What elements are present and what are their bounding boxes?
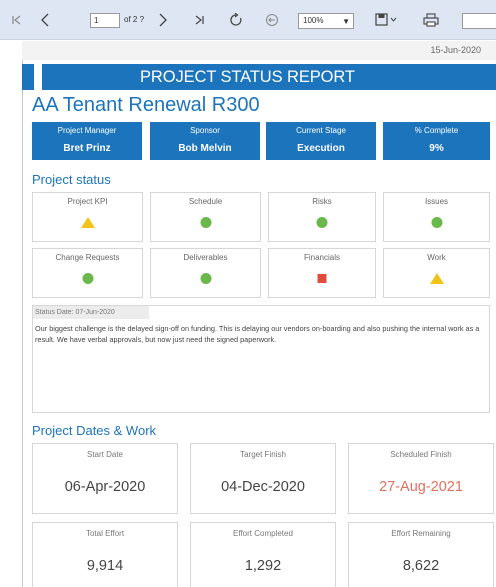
- percent-complete-box: % Complete 9%: [383, 122, 490, 160]
- green-circle-icon: [431, 217, 442, 228]
- metric-value: 04-Dec-2020: [221, 479, 305, 495]
- metric-label: Effort Completed: [233, 529, 293, 538]
- effort-completed-card: Effort Completed 1,292: [190, 522, 336, 587]
- chevron-down-icon: ▼: [342, 17, 350, 26]
- status-label: Issues: [424, 197, 449, 206]
- info-value: 9%: [429, 143, 444, 154]
- status-note: Status Date: 07-Jun-2020 Our biggest cha…: [32, 305, 490, 413]
- metric-label: Target Finish: [240, 450, 286, 459]
- status-card-risks: Risks: [268, 192, 376, 242]
- title-accent: [22, 64, 34, 90]
- title-bar: PROJECT STATUS REPORT: [42, 64, 496, 90]
- info-label: Project Manager: [57, 126, 117, 135]
- find-input[interactable]: [462, 13, 496, 29]
- status-card-project-kpi: Project KPI: [32, 192, 143, 242]
- page-number-input[interactable]: 1: [90, 13, 120, 28]
- status-card-issues: Issues: [383, 192, 490, 242]
- sponsor-box: Sponsor Bob Melvin: [150, 122, 260, 160]
- metric-value: 9,914: [86, 558, 124, 574]
- status-card-deliverables: Deliverables: [150, 248, 261, 298]
- metric-value: 06-Apr-2020: [64, 479, 146, 495]
- green-circle-icon: [200, 273, 211, 284]
- first-page-icon[interactable]: [8, 8, 26, 32]
- zoom-select[interactable]: 100% ▼: [298, 13, 354, 29]
- scheduled-finish-card: Scheduled Finish 27-Aug-2021: [348, 443, 494, 514]
- red-diamond-icon: [317, 274, 327, 283]
- info-label: Current Stage: [296, 126, 346, 135]
- green-circle-icon: [200, 217, 211, 228]
- metric-label: Total Effort: [85, 529, 125, 538]
- metric-label: Start Date: [86, 450, 123, 459]
- next-page-icon[interactable]: [154, 8, 172, 32]
- status-label: Risks: [312, 197, 332, 206]
- zoom-value: 100%: [303, 16, 324, 25]
- status-card-schedule: Schedule: [150, 192, 261, 242]
- info-label: Sponsor: [190, 126, 220, 135]
- info-label: % Complete: [414, 126, 459, 135]
- status-card-financials: Financials: [268, 248, 376, 298]
- green-circle-icon: [316, 217, 328, 228]
- status-label: Project KPI: [67, 197, 108, 206]
- report-date-row: 15-Jun-2020: [22, 41, 496, 60]
- info-value: Bob Melvin: [178, 143, 232, 154]
- status-label: Deliverables: [183, 253, 228, 262]
- status-date: Status Date: 07-Jun-2020: [33, 306, 149, 319]
- report-title: PROJECT STATUS REPORT: [140, 68, 355, 86]
- metric-value: 27-Aug-2021: [379, 479, 463, 495]
- metric-label: Scheduled Finish: [390, 450, 452, 459]
- info-value: Bret Prinz: [63, 143, 111, 154]
- status-label: Financials: [303, 253, 340, 262]
- status-label: Change Requests: [55, 253, 120, 262]
- left-divider: [22, 60, 23, 587]
- previous-page-icon[interactable]: [36, 8, 54, 32]
- project-dates-work-heading: Project Dates & Work: [32, 423, 157, 438]
- print-icon[interactable]: [420, 8, 442, 32]
- total-effort-card: Total Effort 9,914: [32, 522, 178, 587]
- project-name: AA Tenant Renewal R300: [32, 94, 260, 116]
- info-value: Execution: [297, 143, 345, 154]
- green-circle-icon: [82, 273, 93, 284]
- back-icon[interactable]: [262, 8, 282, 32]
- save-icon[interactable]: [372, 8, 402, 32]
- status-card-change-requests: Change Requests: [32, 248, 143, 298]
- page-count-label: of 2 ?: [124, 15, 145, 24]
- yellow-triangle-icon: [429, 273, 444, 284]
- target-finish-card: Target Finish 04-Dec-2020: [190, 443, 336, 514]
- report-date: 15-Jun-2020: [430, 45, 481, 55]
- report-toolbar: 1 of 2 ? 100% ▼: [0, 0, 496, 40]
- current-stage-box: Current Stage Execution: [266, 122, 376, 160]
- status-label: Work: [427, 253, 446, 262]
- project-status-heading: Project status: [32, 172, 111, 187]
- status-label: Schedule: [188, 197, 223, 206]
- metric-value: 8,622: [402, 558, 440, 574]
- effort-remaining-card: Effort Remaining 8,622: [348, 522, 494, 587]
- metric-value: 1,292: [244, 558, 282, 574]
- metric-label: Effort Remaining: [391, 529, 451, 538]
- start-date-card: Start Date 06-Apr-2020: [32, 443, 178, 514]
- status-card-work: Work: [383, 248, 490, 298]
- yellow-triangle-icon: [80, 217, 95, 228]
- project-manager-box: Project Manager Bret Prinz: [32, 122, 142, 160]
- last-page-icon[interactable]: [190, 8, 208, 32]
- status-text: Our biggest challenge is the delayed sig…: [35, 324, 480, 344]
- refresh-icon[interactable]: [226, 8, 246, 32]
